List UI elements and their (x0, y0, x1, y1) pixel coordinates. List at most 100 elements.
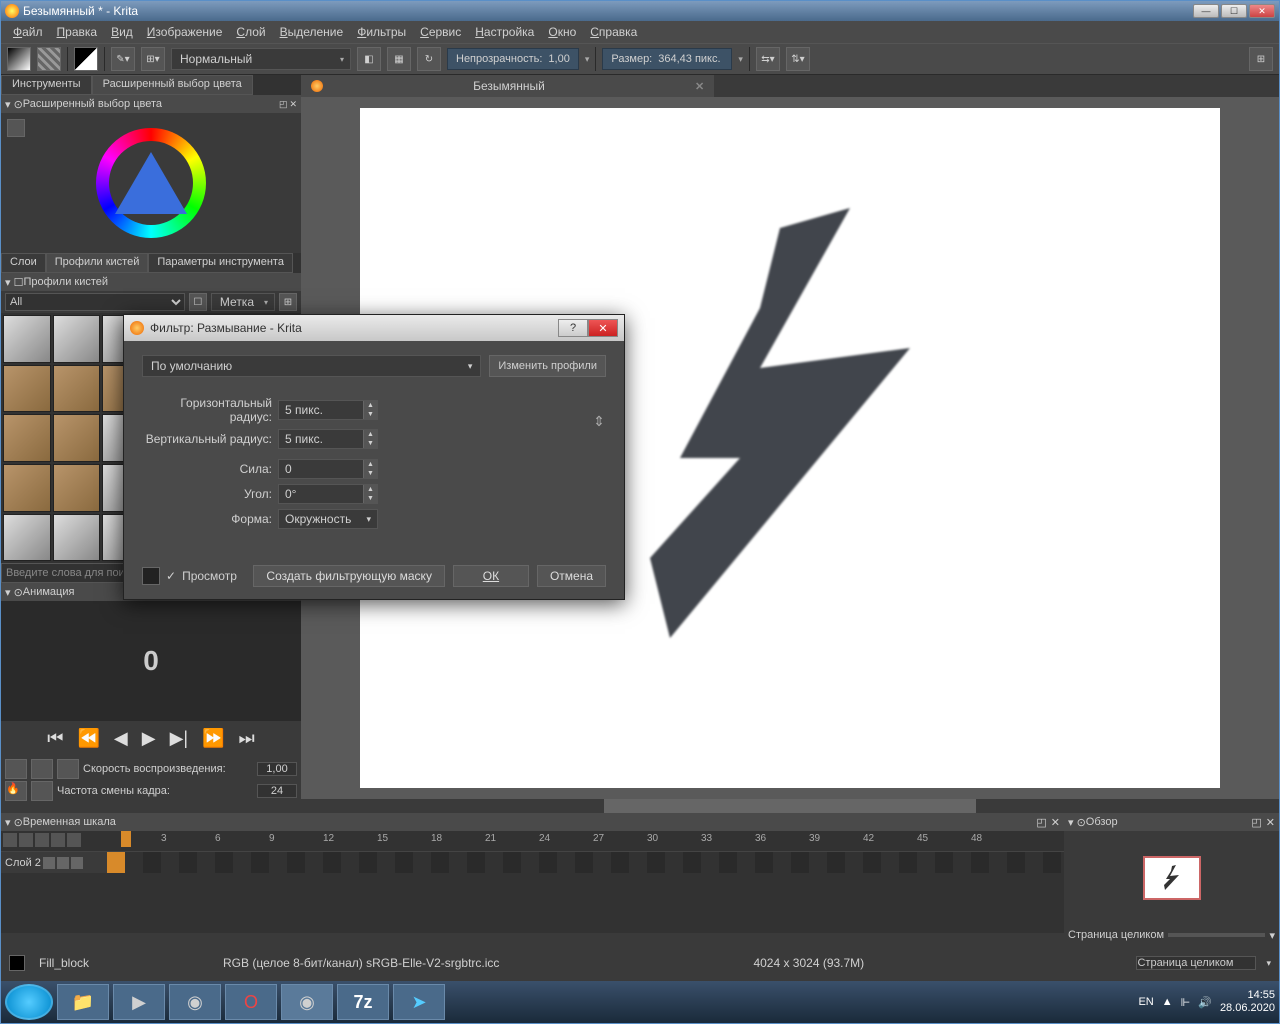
mirror-v-icon[interactable]: ⇅▾ (786, 47, 810, 71)
keyframe[interactable] (107, 852, 125, 873)
blending-mode-combo[interactable]: Нормальный (171, 48, 351, 70)
color-selector[interactable] (1, 113, 301, 253)
edit-profiles-button[interactable]: Изменить профили (489, 355, 606, 377)
float-panel-icon[interactable]: ◰ (279, 99, 288, 110)
float-icon[interactable]: ◰ (1251, 816, 1261, 829)
tab-brush-presets[interactable]: Профили кистей (46, 253, 149, 273)
zoom-slider[interactable]: Страница целиком▾ (1064, 925, 1279, 945)
pattern-preset-icon[interactable] (37, 47, 61, 71)
goto-last-icon[interactable]: ⏭ (239, 728, 255, 749)
close-panel-icon[interactable]: ✕ (289, 99, 297, 110)
preview-mode-icon[interactable] (142, 567, 160, 585)
fps-input[interactable]: 24 (257, 784, 297, 798)
menu-help[interactable]: Справка (584, 23, 643, 41)
preview-checkbox[interactable]: ✓ (166, 569, 176, 583)
prev-frame-icon[interactable]: ◀ (114, 728, 128, 749)
close-icon[interactable]: ✕ (1051, 816, 1060, 829)
overview-thumbnail[interactable] (1064, 831, 1279, 925)
horizontal-scrollbar[interactable] (301, 799, 1279, 813)
tray-flag-icon[interactable]: ▲ (1162, 996, 1173, 1008)
menu-window[interactable]: Окно (542, 23, 582, 41)
close-tab-icon[interactable]: ✕ (695, 80, 704, 93)
remove-icon[interactable] (67, 833, 81, 847)
hradius-spinbox[interactable]: 5 пикс.▲▼ (278, 400, 378, 420)
onion-skin-icon[interactable] (57, 759, 79, 779)
taskbar-krita-icon[interactable]: ◉ (281, 984, 333, 1020)
brush-preset[interactable] (3, 514, 51, 562)
menu-tools[interactable]: Сервис (414, 23, 467, 41)
vradius-spinbox[interactable]: 5 пикс.▲▼ (278, 429, 378, 449)
reload-icon[interactable]: ↻ (417, 47, 441, 71)
frame-end-icon[interactable] (31, 759, 53, 779)
taskbar-chrome-icon[interactable]: ◉ (169, 984, 221, 1020)
maximize-button[interactable]: ☐ (1221, 4, 1247, 18)
size-slider[interactable]: Размер:364,43 пикс. (602, 48, 732, 70)
menu-filters[interactable]: Фильтры (351, 23, 412, 41)
tray-clock[interactable]: 14:55 28.06.2020 (1220, 989, 1275, 1015)
dialog-titlebar[interactable]: Фильтр: Размывание - Krita ? ✕ (124, 315, 624, 341)
brush-preset[interactable] (53, 315, 101, 363)
prev-keyframe-icon[interactable]: ⏪ (77, 728, 99, 749)
language-indicator[interactable]: EN (1138, 996, 1153, 1008)
menu-view[interactable]: Вид (105, 23, 139, 41)
zoom-combo[interactable] (1136, 956, 1256, 970)
color-mode-toggle-icon[interactable] (7, 119, 25, 137)
add-icon[interactable] (51, 833, 65, 847)
next-keyframe-icon[interactable]: ⏩ (202, 728, 224, 749)
config-icon[interactable] (35, 833, 49, 847)
start-button[interactable] (5, 984, 53, 1020)
tray-network-icon[interactable]: ⊩ (1181, 996, 1191, 1009)
timeline-ruler[interactable]: 3 6 9 12 15 18 21 24 27 30 33 36 39 42 4… (107, 831, 1064, 851)
brush-filter-combo[interactable]: All (5, 293, 185, 311)
float-icon[interactable]: ◰ (1036, 816, 1046, 829)
zoom-icon[interactable] (19, 833, 33, 847)
cancel-button[interactable]: Отмена (537, 565, 606, 587)
taskbar-telegram-icon[interactable]: ➤ (393, 984, 445, 1020)
playback-speed-input[interactable]: 1,00 (257, 762, 297, 776)
timeline-track[interactable]: Слой 2 (1, 851, 1064, 873)
brush-preset[interactable] (53, 365, 101, 413)
brush-preset[interactable] (53, 464, 101, 512)
mirror-h-icon[interactable]: ⇆▾ (756, 47, 780, 71)
goto-first-icon[interactable]: ⏮ (47, 728, 63, 749)
brush-preset[interactable] (3, 315, 51, 363)
menu-file[interactable]: Файл (7, 23, 49, 41)
opacity-slider[interactable]: Непрозрачность:1,00 (447, 48, 579, 70)
strength-spinbox[interactable]: 0▲▼ (278, 459, 378, 479)
alpha-lock-icon[interactable]: ▦ (387, 47, 411, 71)
create-filter-mask-button[interactable]: Создать фильтрующую маску (253, 565, 445, 587)
brush-tool-icon[interactable]: ✎▾ (111, 47, 135, 71)
alpha-icon[interactable] (71, 857, 83, 869)
taskbar-explorer-icon[interactable]: 📁 (57, 984, 109, 1020)
tag-mode-icon[interactable]: ☐ (189, 293, 207, 311)
fg-bg-swap-icon[interactable] (74, 47, 98, 71)
dialog-help-button[interactable]: ? (558, 319, 588, 337)
tab-layers[interactable]: Слои (1, 253, 46, 273)
minimize-button[interactable]: — (1193, 4, 1219, 18)
timeline-scrollbar[interactable] (1, 933, 1064, 945)
close-icon[interactable]: ✕ (1266, 816, 1275, 829)
visible-icon[interactable] (43, 857, 55, 869)
menu-edit[interactable]: Правка (51, 23, 104, 41)
tray-volume-icon[interactable]: 🔊 (1198, 996, 1212, 1009)
brush-preset[interactable] (53, 414, 101, 462)
taskbar-opera-icon[interactable]: O (225, 984, 277, 1020)
brush-preset[interactable] (53, 514, 101, 562)
taskbar-7zip-icon[interactable]: 7z (337, 984, 389, 1020)
playhead-icon[interactable] (121, 831, 131, 847)
tab-tools[interactable]: Инструменты (1, 75, 92, 95)
dialog-close-button[interactable]: ✕ (588, 319, 618, 337)
taskbar-media-icon[interactable]: ▶ (113, 984, 165, 1020)
ok-button[interactable]: ОК (453, 565, 529, 587)
tab-advanced-color[interactable]: Расширенный выбор цвета (92, 75, 253, 95)
next-frame-icon[interactable]: ▶| (170, 728, 189, 749)
close-button[interactable]: ✕ (1249, 4, 1275, 18)
lock-icon[interactable] (57, 857, 69, 869)
document-tab[interactable]: Безымянный ✕ (301, 75, 714, 97)
menu-settings[interactable]: Настройка (469, 23, 540, 41)
onion-icon[interactable] (3, 833, 17, 847)
drop-frames-icon[interactable]: 🔥 (5, 781, 27, 801)
eraser-mode-icon[interactable]: ◧ (357, 47, 381, 71)
frame-start-icon[interactable] (5, 759, 27, 779)
brush-preset[interactable] (3, 414, 51, 462)
